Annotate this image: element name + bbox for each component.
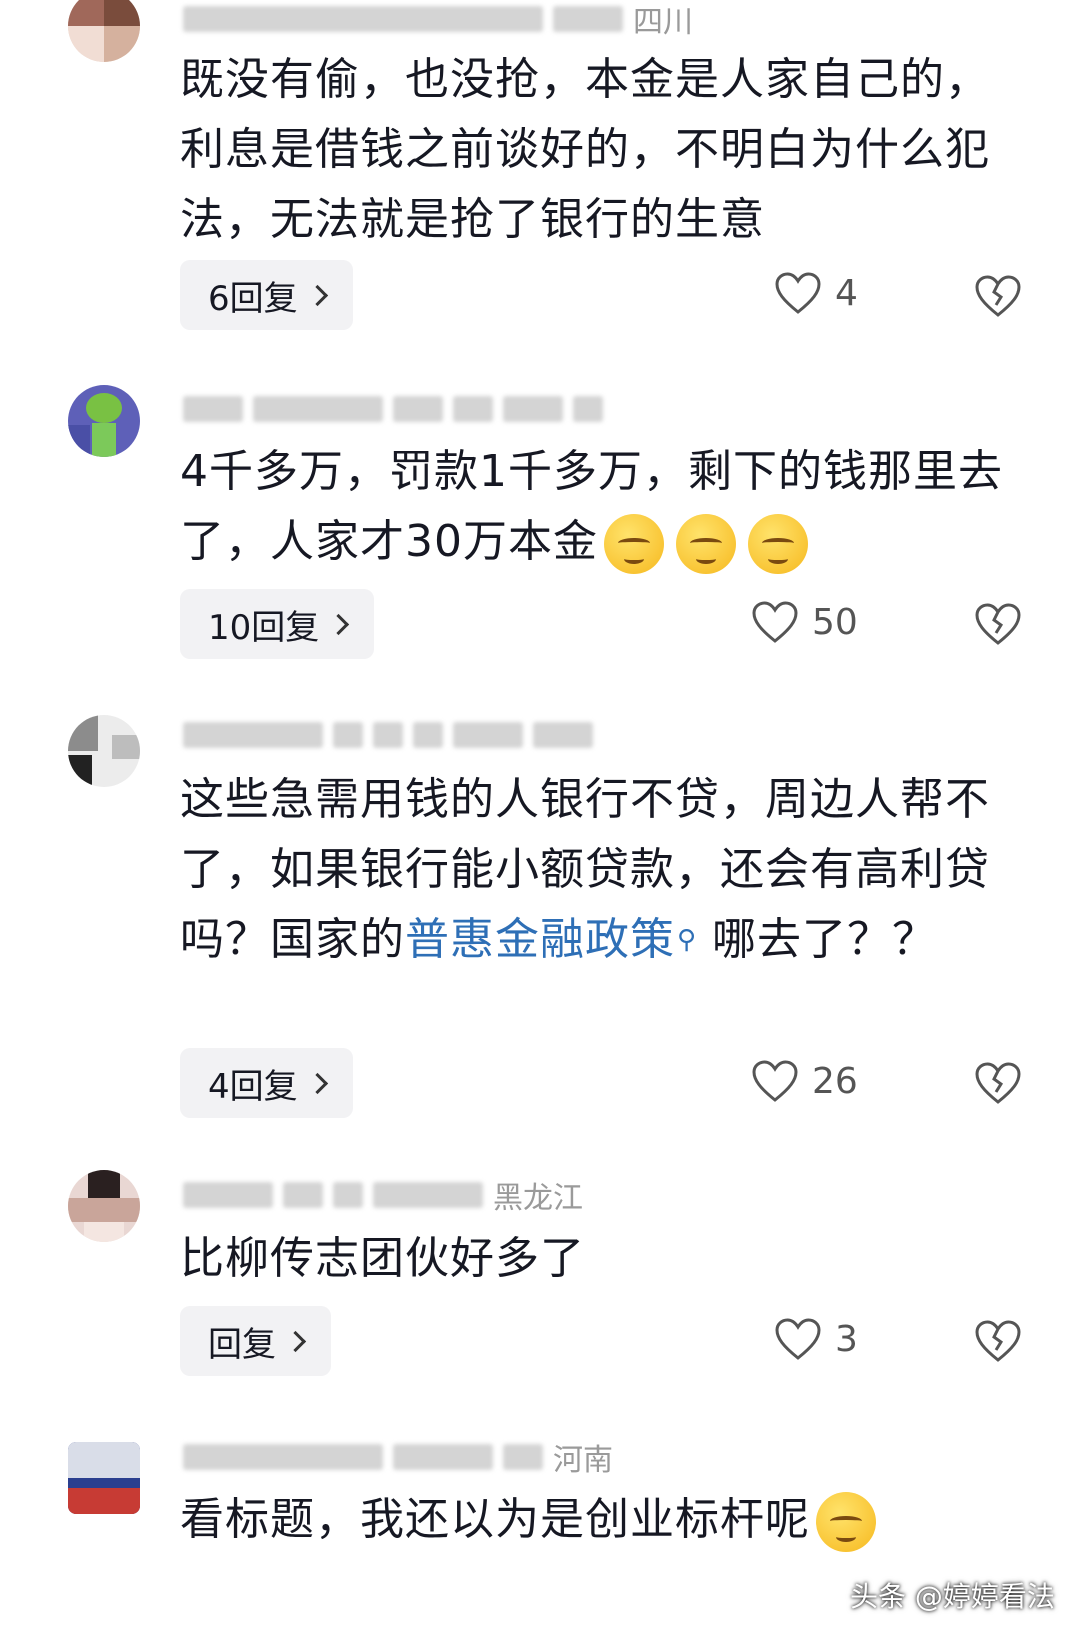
username-redacted bbox=[373, 1182, 483, 1208]
username-redacted bbox=[413, 722, 443, 748]
username-redacted bbox=[283, 1182, 323, 1208]
comment-text-content: 哪去了？？ bbox=[697, 914, 938, 965]
username-redacted bbox=[333, 1182, 363, 1208]
username-redacted bbox=[183, 396, 243, 422]
username-redacted bbox=[533, 722, 593, 748]
view-replies-button[interactable]: 4回复 bbox=[180, 1048, 353, 1118]
comment-text-content: 看标题，我还以为是创业标杆呢 bbox=[180, 1494, 810, 1545]
username-redacted bbox=[573, 396, 603, 422]
username-redacted bbox=[183, 6, 543, 32]
heart-outline-icon bbox=[752, 1060, 798, 1102]
smug-emoji-icon bbox=[676, 514, 736, 574]
comment-meta: 黑龙江 bbox=[183, 1178, 583, 1216]
comment-meta: 四川 bbox=[183, 2, 693, 40]
view-replies-button[interactable]: 回复 bbox=[180, 1306, 331, 1376]
heart-outline-icon bbox=[752, 601, 798, 643]
username-redacted bbox=[503, 1444, 543, 1470]
broken-heart-icon[interactable] bbox=[975, 273, 1021, 319]
avatar[interactable] bbox=[68, 385, 140, 457]
source-watermark: 头条 @婷婷看法 bbox=[850, 1580, 1055, 1613]
search-icon[interactable]: ⚲ bbox=[677, 925, 697, 955]
avatar[interactable] bbox=[68, 1170, 140, 1242]
like-button[interactable]: 26 bbox=[752, 1051, 858, 1111]
username-redacted bbox=[503, 396, 563, 422]
chevron-right-icon bbox=[328, 613, 350, 635]
chevron-right-icon bbox=[306, 284, 328, 306]
comment-text: 比柳传志团伙好多了 bbox=[180, 1233, 585, 1284]
username-redacted bbox=[253, 396, 383, 422]
laughing-emoji-icon bbox=[816, 1492, 876, 1552]
like-count: 4 bbox=[835, 272, 858, 314]
comment-region: 四川 bbox=[633, 5, 693, 40]
heart-outline-icon bbox=[775, 272, 821, 314]
username-redacted bbox=[183, 1444, 383, 1470]
comment-region: 黑龙江 bbox=[493, 1181, 583, 1216]
comment-text-content: 4千多万，罚款1千多万，剩下的钱那里去了，人家才30万本金 bbox=[180, 446, 1003, 567]
like-count: 3 bbox=[835, 1318, 858, 1360]
username-redacted bbox=[373, 722, 403, 748]
comment-meta bbox=[183, 392, 613, 426]
chevron-right-icon bbox=[284, 1330, 307, 1352]
heart-outline-icon bbox=[775, 1318, 821, 1360]
search-link[interactable]: 普惠金融政策 bbox=[405, 914, 675, 965]
comment-meta bbox=[183, 718, 603, 752]
username-redacted bbox=[333, 722, 363, 748]
username-redacted bbox=[393, 1444, 493, 1470]
view-replies-button[interactable]: 6回复 bbox=[180, 260, 353, 330]
comment-text: 看标题，我还以为是创业标杆呢 bbox=[180, 1485, 1010, 1555]
username-redacted bbox=[393, 396, 443, 422]
broken-heart-icon[interactable] bbox=[975, 1060, 1021, 1106]
avatar[interactable] bbox=[68, 1442, 140, 1514]
reply-count: 4回复 bbox=[208, 1066, 298, 1107]
comment-text: 4千多万，罚款1千多万，剩下的钱那里去了，人家才30万本金 bbox=[180, 437, 1010, 577]
comment-text: 这些急需用钱的人银行不贷，周边人帮不了，如果银行能小额贷款，还会有高利贷吗？国家… bbox=[180, 765, 1010, 975]
like-button[interactable]: 50 bbox=[752, 592, 858, 652]
like-count: 26 bbox=[812, 1060, 858, 1102]
like-button[interactable]: 4 bbox=[775, 263, 858, 323]
broken-heart-icon[interactable] bbox=[975, 601, 1021, 647]
like-count: 50 bbox=[812, 601, 858, 643]
reply-count: 6回复 bbox=[208, 278, 298, 319]
username-redacted bbox=[183, 1182, 273, 1208]
username-redacted bbox=[453, 396, 493, 422]
view-replies-button[interactable]: 10回复 bbox=[180, 589, 375, 659]
comment-meta: 河南 bbox=[183, 1440, 613, 1478]
broken-heart-icon[interactable] bbox=[975, 1318, 1021, 1364]
reply-count: 回复 bbox=[208, 1324, 276, 1365]
comment-text: 既没有偷，也没抢，本金是人家自己的，利息是借钱之前谈好的，不明白为什么犯法，无法… bbox=[180, 54, 990, 245]
like-button[interactable]: 3 bbox=[775, 1309, 858, 1369]
avatar[interactable] bbox=[68, 715, 140, 787]
reply-count: 10回复 bbox=[208, 607, 320, 648]
avatar[interactable] bbox=[68, 0, 140, 62]
username-redacted bbox=[183, 722, 323, 748]
smug-emoji-icon bbox=[604, 514, 664, 574]
chevron-right-icon bbox=[306, 1072, 328, 1094]
username-redacted bbox=[453, 722, 523, 748]
smug-emoji-icon bbox=[748, 514, 808, 574]
username-redacted bbox=[553, 6, 623, 32]
comment-region: 河南 bbox=[553, 1443, 613, 1478]
